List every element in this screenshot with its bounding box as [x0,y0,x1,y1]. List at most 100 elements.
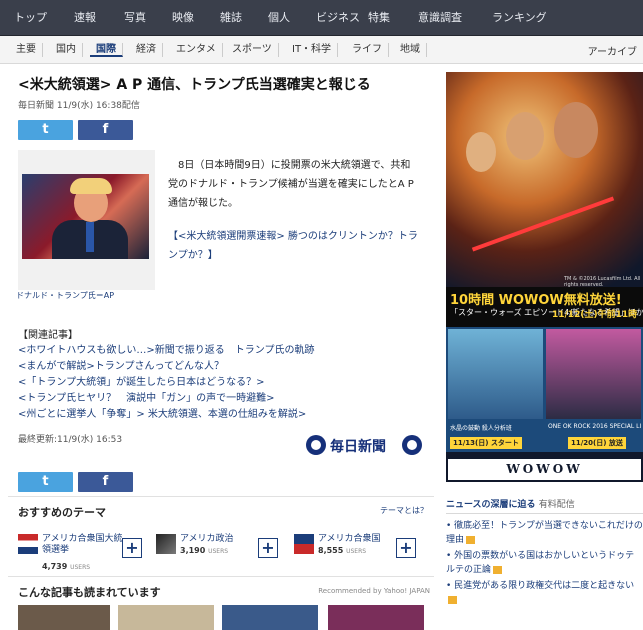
ad-date: 11/12(土)午前11時 [552,310,638,320]
ad-left-title: 水晶の鼓動 殺人分析班 [450,425,512,432]
themes-title: おすすめのテーマ [18,506,106,519]
article-thumbnail[interactable] [118,605,214,630]
also-read-title: こんな記事も読まれています [18,586,161,599]
theme-item[interactable]: アメリカ政治 3,190 USERS + [156,534,296,574]
nav-breaking[interactable]: 速報 [74,10,96,26]
article-photo-box[interactable] [18,150,155,290]
ad-headline: 10時間 WOWOW無料放送! [450,293,622,308]
theme-thumb [294,534,314,554]
nav-business[interactable]: ビジネス [316,10,360,26]
cat-sports[interactable]: スポーツ [226,43,279,57]
twitter-icon: t [42,474,49,489]
twitter-icon: t [42,122,49,137]
nav-top[interactable]: トップ [14,10,47,26]
cat-international[interactable]: 国際 [90,43,123,57]
follow-theme-button[interactable]: + [122,538,142,558]
wowow-ad[interactable]: TM & ©2016 Lucasfilm Ltd. All rights res… [446,72,643,482]
right-sidebar: TM & ©2016 Lucasfilm Ltd. All rights res… [446,72,643,630]
related-link-3[interactable]: <「トランプ大統領」が誕生したら日本はどうなる？> [18,373,264,388]
facebook-share-button[interactable]: f [78,120,133,140]
theme-name[interactable]: アメリカ合衆国 [318,534,400,545]
nav-photos[interactable]: 写真 [124,10,146,26]
wowow-logo: WOWOW [506,462,583,476]
theme-name[interactable]: アメリカ政治 [180,534,262,545]
nav-magazine[interactable]: 雑誌 [220,10,242,26]
themes-help-link[interactable]: テーマとは？ [380,505,428,516]
article-headline: <米大統領選> A P 通信、トランプ氏当選確実と報じる [18,77,371,93]
mainichi-right-icon [402,435,422,455]
facebook-icon: f [102,122,109,137]
theme-item[interactable]: アメリカ合衆国大統領選挙 4,739 USERS + [18,534,158,574]
theme-count: 4,739 USERS [42,562,91,571]
twitter-share-button-bottom[interactable]: t [18,472,73,492]
article-meta: 毎日新聞 11/9(水) 16:38配信 [18,101,140,111]
nav-video[interactable]: 映像 [172,10,194,26]
news-panel-title: ニュースの深層に迫る 有料配信 [446,500,575,510]
ad-program-panels: 水晶の鼓動 殺人分析班 ONE OK ROCK 2016 SPECIAL LIV… [446,327,643,452]
ad-panel-left [448,329,543,419]
poster-figure [466,132,496,172]
cat-main[interactable]: 主要 [10,43,43,57]
follow-theme-button[interactable]: + [396,538,416,558]
divider [446,513,643,514]
related-link-2[interactable]: <まんがで解説>トランプさんってどんな人？ [18,357,224,372]
paid-badge-icon [466,535,476,544]
election-results-link[interactable]: 【<米大統領選開票速報> 勝つのはクリントンか？トランプか？】 [168,227,418,265]
mainichi-left-icon [306,435,326,455]
paid-badge-icon [493,565,503,574]
theme-count: 8,555 USERS [318,546,367,555]
category-nav: 主要 国内 国際 経済 エンタメ スポーツ IT・科学 ライフ 地域 アーカイブ [0,36,643,64]
theme-thumb [156,534,176,554]
related-link-5[interactable]: <州ごとに選挙人「争奪」> 米大統領選、本選の仕組みを解説> [18,405,306,420]
ad-brand-bar: WOWOW [446,457,643,482]
photo-caption[interactable]: ドナルド・トランプ氏＝AP [16,290,114,301]
ad-right-date: 11/20(日) 放送 [568,437,626,449]
follow-theme-button[interactable]: + [258,538,278,558]
last-updated: 最終更新:11/9(水) 16:53 [18,435,123,445]
article-thumbnail[interactable] [18,605,110,630]
nav-survey[interactable]: 意識調査 [418,10,462,26]
archive-link[interactable]: アーカイブ [588,43,637,58]
article-thumbnail[interactable] [328,605,424,630]
theme-name[interactable]: アメリカ合衆国大統領選挙 [42,534,124,556]
related-link-4[interactable]: <トランプ氏ヒヤリ？ 演説中「ガン」の声で一時避難> [18,389,274,404]
lightsaber-shape [471,196,615,252]
cat-local[interactable]: 地域 [394,43,427,57]
article-photo[interactable] [22,174,149,259]
article-body: 8日（日本時間9日）に投開票の米大統領選で、共和党のドナルド・トランプ候補が当選… [168,160,414,209]
news-link[interactable]: • 外国の票数がいる国はおかしいというドゥテルテの正論 [446,549,643,577]
cat-it-science[interactable]: IT・科学 [286,43,339,57]
poster-figure [554,102,598,158]
nav-features[interactable]: 特集 [368,10,390,26]
recommended-by: Recommended by Yahoo! JAPAN [318,587,430,595]
ad-panel-right [546,329,641,419]
cat-economy[interactable]: 経済 [130,43,163,57]
theme-item[interactable]: アメリカ合衆国 8,555 USERS + [294,534,434,574]
related-link-1[interactable]: <ホワイトハウスも欲しい…>新聞で振り返る トランプ氏の軌跡 [18,341,314,356]
article-column: <米大統領選> A P 通信、トランプ氏当選確実と報じる 毎日新聞 11/9(水… [8,64,434,630]
nav-ranking[interactable]: ランキング [492,10,547,26]
nav-individual[interactable]: 個人 [268,10,290,26]
cat-domestic[interactable]: 国内 [50,43,83,57]
global-nav: トップ 速報 写真 映像 雑誌 個人 ビジネス 特集 意識調査 ランキング [0,0,643,36]
ad-banner: 10時間 WOWOW無料放送! 「スター・ウォーズ エピソード4/新たなる希望」… [446,287,643,327]
poster-figure [506,112,544,160]
theme-thumb [18,534,38,554]
news-link[interactable]: • 徹底必至！トランプが当選できないこれだけの理由 [446,519,643,547]
publisher-name: 毎日新聞 [330,439,386,455]
facebook-icon: f [102,474,109,489]
ad-left-date: 11/13(日) スタート [450,437,522,449]
article-thumbnail[interactable] [222,605,318,630]
photo-tie [86,222,94,252]
facebook-share-button-bottom[interactable]: f [78,472,133,492]
cat-life[interactable]: ライフ [346,43,389,57]
cat-entertainment[interactable]: エンタメ [170,43,223,57]
twitter-share-button[interactable]: t [18,120,73,140]
news-link[interactable]: • 民進党がある限り政権交代は二度と起きない [446,579,643,607]
photo-hair [70,178,112,194]
theme-count: 3,190 USERS [180,546,229,555]
ad-poster-art: TM & ©2016 Lucasfilm Ltd. All rights res… [446,72,643,288]
publisher-logo[interactable]: 毎日新聞 [304,433,424,457]
paid-badge-icon [448,595,457,604]
divider [8,496,434,497]
